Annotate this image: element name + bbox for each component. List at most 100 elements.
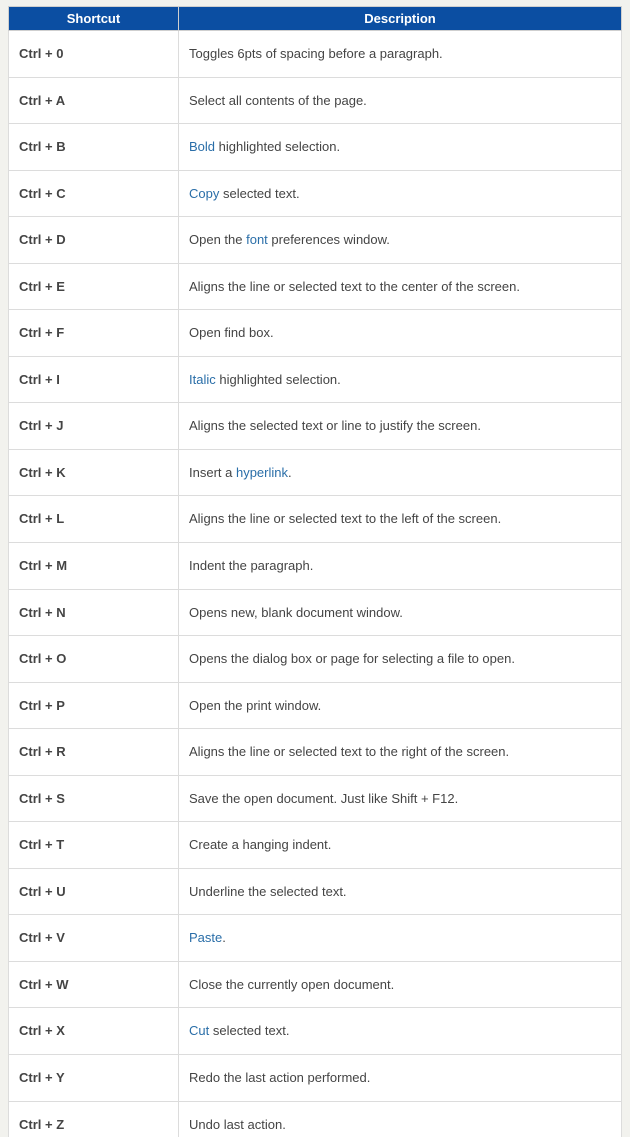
description-cell: Open find box. — [179, 310, 622, 357]
inline-link[interactable]: hyperlink — [236, 465, 288, 480]
inline-link[interactable]: Copy — [189, 186, 219, 201]
description-cell: Opens the dialog box or page for selecti… — [179, 636, 622, 683]
table-header-row: Shortcut Description — [9, 7, 622, 31]
description-text: Aligns the line or selected text to the … — [189, 511, 501, 526]
description-cell: Aligns the line or selected text to the … — [179, 496, 622, 543]
description-text: Select all contents of the page. — [189, 93, 367, 108]
table-row: Ctrl + R Aligns the line or selected text… — [9, 729, 622, 776]
description-text: preferences window. — [268, 232, 390, 247]
shortcut-cell: Ctrl + I — [9, 356, 179, 403]
shortcut-cell: Ctrl + R — [9, 729, 179, 776]
description-cell: Select all contents of the page. — [179, 77, 622, 124]
table-row: Ctrl + Z Undo last action. — [9, 1101, 622, 1137]
table-row: Ctrl + Y Redo the last action performed. — [9, 1055, 622, 1102]
description-text: Aligns the selected text or line to just… — [189, 418, 481, 433]
description-cell: Open the print window. — [179, 682, 622, 729]
description-text: Create a hanging indent. — [189, 837, 331, 852]
description-cell: Create a hanging indent. — [179, 822, 622, 869]
description-text: highlighted selection. — [216, 372, 341, 387]
description-text: Redo the last action performed. — [189, 1070, 370, 1085]
table-row: Ctrl + MIndent the paragraph. — [9, 543, 622, 590]
shortcut-cell: Ctrl + P — [9, 682, 179, 729]
description-text: Undo last action. — [189, 1117, 286, 1132]
shortcut-cell: Ctrl + M — [9, 543, 179, 590]
table-row: Ctrl + T Create a hanging indent. — [9, 822, 622, 869]
table-row: Ctrl + S Save the open document. Just lik… — [9, 775, 622, 822]
table-row: Ctrl + O Opens the dialog box or page for… — [9, 636, 622, 683]
page: Shortcut Description Ctrl + 0Toggles 6pt… — [0, 0, 630, 1137]
table-row: Ctrl + C Copy selected text. — [9, 170, 622, 217]
shortcut-cell: Ctrl + C — [9, 170, 179, 217]
description-cell: Opens new, blank document window. — [179, 589, 622, 636]
description-text: Save the open document. Just like Shift … — [189, 791, 458, 806]
shortcut-cell: Ctrl + E — [9, 263, 179, 310]
table-row: Ctrl + W Close the currently open documen… — [9, 961, 622, 1008]
table-row: Ctrl + BBold highlighted selection. — [9, 124, 622, 171]
description-text: Underline the selected text. — [189, 884, 347, 899]
shortcut-cell: Ctrl + Y — [9, 1055, 179, 1102]
shortcut-cell: Ctrl + V — [9, 915, 179, 962]
description-cell: Cut selected text. — [179, 1008, 622, 1055]
shortcut-cell: Ctrl + A — [9, 77, 179, 124]
table-row: Ctrl + IItalic highlighted selection. — [9, 356, 622, 403]
inline-link[interactable]: Cut — [189, 1023, 209, 1038]
description-text: Opens the dialog box or page for selecti… — [189, 651, 515, 666]
table-row: Ctrl + N Opens new, blank document window… — [9, 589, 622, 636]
header-description: Description — [179, 7, 622, 31]
shortcut-cell: Ctrl + B — [9, 124, 179, 171]
description-cell: Paste. — [179, 915, 622, 962]
description-cell: Italic highlighted selection. — [179, 356, 622, 403]
shortcuts-table: Shortcut Description Ctrl + 0Toggles 6pt… — [8, 6, 622, 1137]
shortcut-cell: Ctrl + X — [9, 1008, 179, 1055]
description-cell: Insert a hyperlink. — [179, 449, 622, 496]
shortcut-cell: Ctrl + O — [9, 636, 179, 683]
description-text: selected text. — [209, 1023, 289, 1038]
description-text: Open find box. — [189, 325, 274, 340]
shortcut-cell: Ctrl + N — [9, 589, 179, 636]
description-cell: Aligns the line or selected text to the … — [179, 729, 622, 776]
table-row: Ctrl + FOpen find box. — [9, 310, 622, 357]
table-row: Ctrl + J Aligns the selected text or line… — [9, 403, 622, 450]
description-text: Close the currently open document. — [189, 977, 394, 992]
shortcut-cell: Ctrl + T — [9, 822, 179, 869]
shortcut-cell: Ctrl + J — [9, 403, 179, 450]
shortcut-cell: Ctrl + W — [9, 961, 179, 1008]
description-cell: Aligns the line or selected text to the … — [179, 263, 622, 310]
description-cell: Underline the selected text. — [179, 868, 622, 915]
table-row: Ctrl + DOpen the font preferences window… — [9, 217, 622, 264]
shortcut-cell: Ctrl + S — [9, 775, 179, 822]
description-cell: Indent the paragraph. — [179, 543, 622, 590]
description-cell: Open the font preferences window. — [179, 217, 622, 264]
inline-link[interactable]: font — [246, 232, 268, 247]
description-cell: Redo the last action performed. — [179, 1055, 622, 1102]
description-text: Opens new, blank document window. — [189, 605, 403, 620]
description-text: Insert a — [189, 465, 236, 480]
shortcut-cell: Ctrl + 0 — [9, 31, 179, 78]
description-text: Open the — [189, 232, 246, 247]
description-cell: Bold highlighted selection. — [179, 124, 622, 171]
table-row: Ctrl + POpen the print window. — [9, 682, 622, 729]
shortcut-cell: Ctrl + U — [9, 868, 179, 915]
shortcut-cell: Ctrl + Z — [9, 1101, 179, 1137]
description-text: selected text. — [219, 186, 299, 201]
description-cell: Undo last action. — [179, 1101, 622, 1137]
description-cell: Save the open document. Just like Shift … — [179, 775, 622, 822]
table-row: Ctrl + EAligns the line or selected text… — [9, 263, 622, 310]
shortcut-cell: Ctrl + K — [9, 449, 179, 496]
table-row: Ctrl + 0Toggles 6pts of spacing before a… — [9, 31, 622, 78]
table-row: Ctrl + U Underline the selected text. — [9, 868, 622, 915]
inline-link[interactable]: Bold — [189, 139, 215, 154]
table-row: Ctrl + XCut selected text. — [9, 1008, 622, 1055]
shortcut-cell: Ctrl + L — [9, 496, 179, 543]
table-row: Ctrl + VPaste. — [9, 915, 622, 962]
inline-link[interactable]: Paste — [189, 930, 222, 945]
inline-link[interactable]: Italic — [189, 372, 216, 387]
description-text: . — [222, 930, 226, 945]
description-cell: Toggles 6pts of spacing before a paragra… — [179, 31, 622, 78]
table-row: Ctrl + KInsert a hyperlink. — [9, 449, 622, 496]
description-cell: Close the currently open document. — [179, 961, 622, 1008]
description-text: highlighted selection. — [215, 139, 340, 154]
table-row: Ctrl + L Aligns the line or selected text… — [9, 496, 622, 543]
header-shortcut: Shortcut — [9, 7, 179, 31]
description-text: Aligns the line or selected text to the … — [189, 744, 509, 759]
